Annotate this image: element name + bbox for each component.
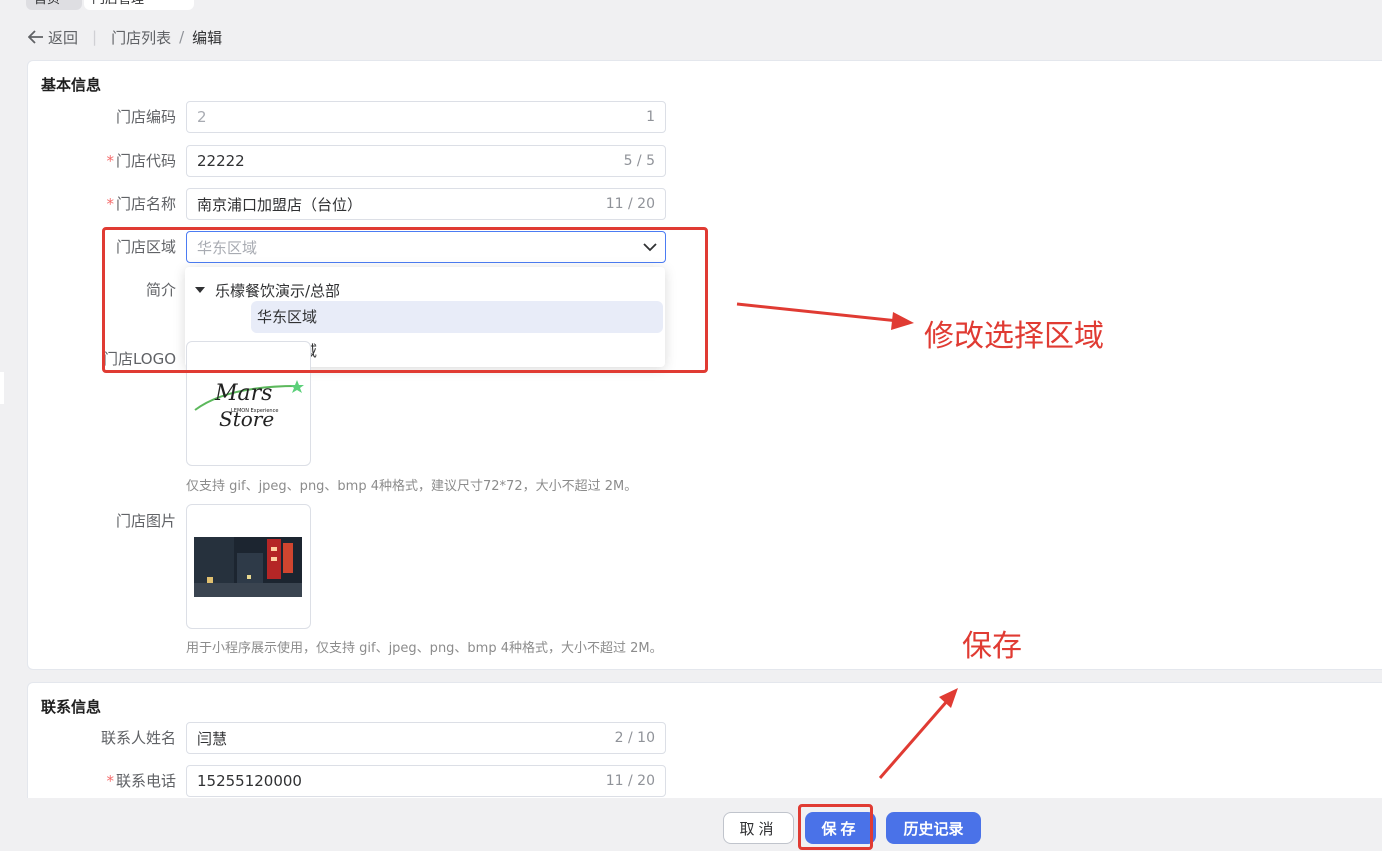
- store-name-label-text: 门店名称: [115, 195, 176, 213]
- store-number-field[interactable]: 2 1: [186, 101, 666, 133]
- store-number-value: 2: [197, 108, 207, 126]
- save-annotation-text: 保存: [962, 629, 1022, 664]
- contact-phone-label-text: 联系电话: [115, 772, 176, 790]
- history-button[interactable]: 历史记录: [886, 812, 981, 844]
- breadcrumb-current: 编辑: [192, 28, 223, 47]
- store-code-field[interactable]: 22222 5 / 5: [186, 145, 666, 177]
- logo-text-mars: Mars: [214, 381, 272, 406]
- store-code-label-text: 门店代码: [115, 152, 176, 170]
- store-name-count: 11 / 20: [605, 196, 655, 212]
- breadcrumb: 返回 | 门店列表 / 编辑: [28, 24, 222, 50]
- photo-hint: 用于小程序展示使用，仅支持 gif、jpeg、png、bmp 4种格式，大小不超…: [186, 641, 663, 656]
- breadcrumb-divider: |: [92, 28, 98, 46]
- region-highlight-box: [102, 227, 708, 373]
- store-name-label: * 门店名称: [28, 188, 176, 220]
- photo-label: 门店图片: [28, 505, 176, 537]
- contact-name-count: 2 / 10: [614, 730, 655, 746]
- logo-text-store: Store: [219, 407, 274, 431]
- save-highlight-box: [798, 804, 873, 850]
- back-button[interactable]: 返回: [28, 27, 78, 48]
- contact-name-label: 联系人姓名: [28, 722, 176, 754]
- contact-phone-label: * 联系电话: [28, 765, 176, 797]
- contact-name-label-text: 联系人姓名: [100, 729, 176, 747]
- basic-info-title: 基本信息: [41, 76, 102, 94]
- footer-bar: [27, 798, 1382, 851]
- contact-phone-field[interactable]: 15255120000 11 / 20: [186, 765, 666, 797]
- required-mark: *: [106, 195, 114, 213]
- breadcrumb-store-list[interactable]: 门店列表: [111, 27, 171, 48]
- store-photo-image: [194, 537, 302, 597]
- contact-phone-count: 11 / 20: [605, 773, 655, 789]
- arrow-left-icon: [28, 30, 43, 44]
- store-code-count: 5 / 5: [623, 153, 655, 169]
- top-tab-strip: 首页 门店管理: [0, 0, 1382, 12]
- contact-name-field[interactable]: 闫慧 2 / 10: [186, 722, 666, 754]
- store-code-value: 22222: [197, 152, 245, 170]
- contact-phone-value: 15255120000: [197, 772, 302, 790]
- store-name-value: 南京浦口加盟店（台位）: [197, 195, 363, 214]
- contact-info-title: 联系信息: [41, 698, 102, 716]
- photo-label-text: 门店图片: [115, 512, 176, 530]
- store-code-label: * 门店代码: [28, 145, 176, 177]
- breadcrumb-separator: /: [179, 28, 185, 46]
- required-mark: *: [106, 772, 114, 790]
- contact-name-value: 闫慧: [197, 729, 228, 748]
- required-mark: *: [106, 152, 114, 170]
- store-number-label-text: 门店编码: [115, 108, 176, 126]
- logo-hint: 仅支持 gif、jpeg、png、bmp 4种格式，建议尺寸72*72，大小不超…: [186, 479, 638, 494]
- tab-home[interactable]: 首页: [26, 0, 82, 10]
- region-annotation-text: 修改选择区域: [924, 319, 1104, 354]
- contact-info-card: 联系信息 联系人姓名 闫慧 2 / 10 * 联系电话 15255120000 1…: [27, 682, 1382, 799]
- tab-store-management[interactable]: 门店管理: [84, 0, 194, 10]
- back-label: 返回: [48, 28, 79, 47]
- store-number-count: 1: [646, 109, 655, 125]
- side-edge-tab: [0, 372, 4, 404]
- store-name-field[interactable]: 南京浦口加盟店（台位） 11 / 20: [186, 188, 666, 220]
- store-number-label: 门店编码: [28, 101, 176, 133]
- photo-upload[interactable]: [186, 504, 311, 629]
- cancel-button[interactable]: 取消: [723, 812, 794, 844]
